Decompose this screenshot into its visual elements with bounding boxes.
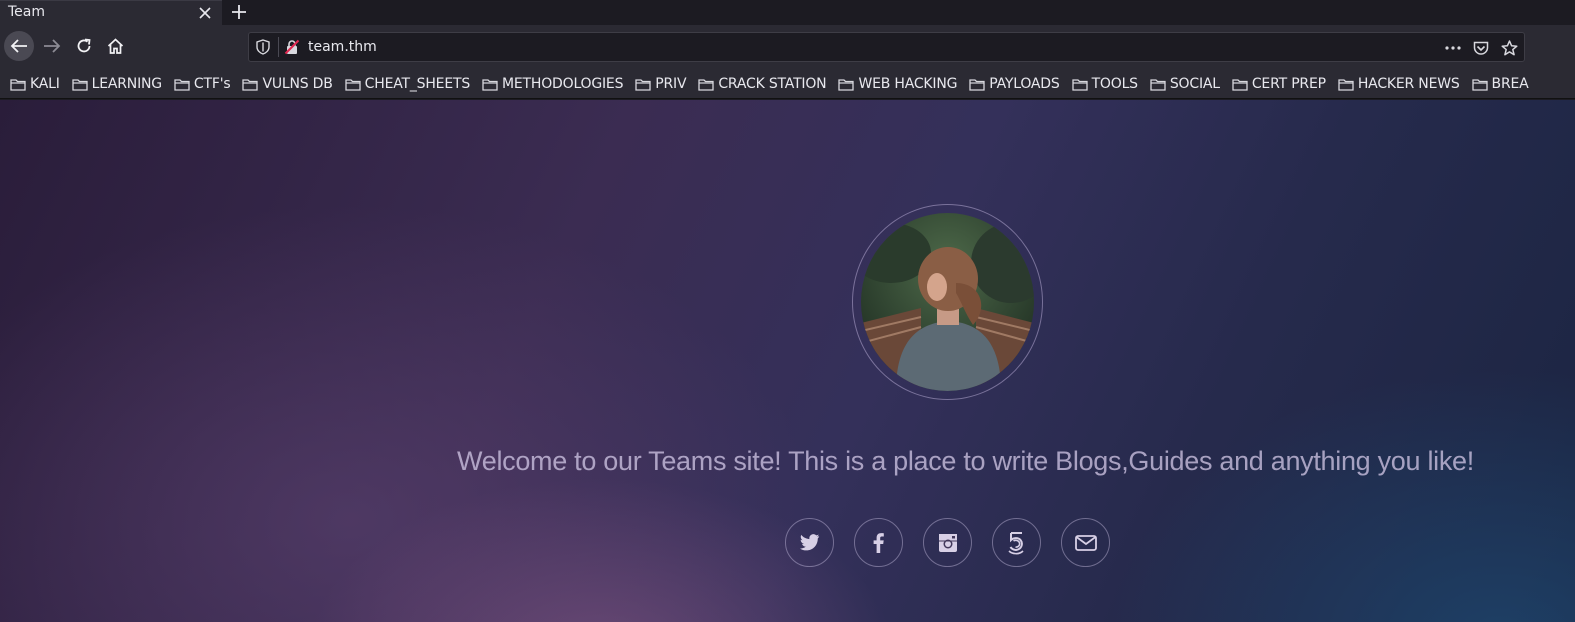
bookmark-folder[interactable]: WEB HACKING xyxy=(838,73,969,95)
tab-team[interactable]: Team xyxy=(0,0,222,25)
bookmark-label: PRIV xyxy=(655,76,687,92)
bookmark-label: CERT PREP xyxy=(1251,76,1326,92)
folder-icon xyxy=(345,78,361,91)
home-button[interactable] xyxy=(100,31,130,61)
welcome-text: Welcome to our Teams site! This is a pla… xyxy=(457,446,1474,476)
bookmark-folder[interactable]: HACKER NEWS xyxy=(1338,73,1472,95)
folder-icon xyxy=(635,78,651,91)
bookmark-label: HACKER NEWS xyxy=(1357,76,1460,92)
folder-icon xyxy=(242,78,259,91)
bookmark-label: TOOLS xyxy=(1091,76,1138,92)
bookmark-label: METHODOLOGIES xyxy=(502,76,624,92)
url-separator xyxy=(278,37,279,57)
folder-icon xyxy=(1338,78,1354,91)
tab-strip: Team xyxy=(0,0,1575,25)
bookmark-label: BREA xyxy=(1491,76,1529,92)
email-icon[interactable] xyxy=(1061,518,1110,567)
bookmark-folder[interactable]: VULNS DB xyxy=(242,73,344,95)
forward-button[interactable] xyxy=(37,31,67,61)
url-bar[interactable]: team.thm xyxy=(248,32,1525,62)
folder-icon xyxy=(1071,78,1088,91)
pocket-icon[interactable] xyxy=(1472,38,1490,58)
bookmark-folder[interactable]: CERT PREP xyxy=(1232,73,1338,95)
bookmarks-toolbar: KALI LEARNING CTF's VULNS DB CHEAT_SHEETS MET… xyxy=(0,69,1575,99)
avatar-ring xyxy=(852,204,1043,400)
reload-icon xyxy=(77,38,91,53)
home-icon xyxy=(107,38,123,54)
bookmark-folder[interactable]: METHODOLOGIES xyxy=(482,73,635,95)
bookmark-label: VULNS DB xyxy=(262,76,333,92)
bookmark-label: CHEAT_SHEETS xyxy=(364,76,471,92)
plus-icon[interactable] xyxy=(228,1,250,23)
bookmark-folder[interactable]: TOOLS xyxy=(1071,73,1150,95)
folder-icon xyxy=(71,78,88,91)
reload-button[interactable] xyxy=(69,31,99,61)
star-icon[interactable] xyxy=(1500,38,1518,58)
bookmark-folder[interactable]: KALI xyxy=(10,73,72,95)
bookmark-folder[interactable]: BREA xyxy=(1471,73,1541,95)
facebook-icon[interactable] xyxy=(854,518,903,567)
folder-icon xyxy=(969,78,985,91)
bookmark-folder[interactable]: CTF's xyxy=(174,73,243,95)
instagram-icon[interactable] xyxy=(923,518,972,567)
url-actions xyxy=(1444,37,1518,59)
folder-icon xyxy=(1232,78,1248,91)
avatar xyxy=(861,213,1034,391)
navigation-toolbar: team.thm xyxy=(0,25,1575,69)
social-links xyxy=(785,518,1110,567)
bookmark-folder[interactable]: SOCIAL xyxy=(1150,73,1232,95)
arrow-left-icon xyxy=(10,39,27,53)
tab-title: Team xyxy=(8,4,46,20)
close-icon[interactable] xyxy=(196,3,214,23)
page-content: Welcome to our Teams site! This is a pla… xyxy=(0,100,1575,622)
folder-icon xyxy=(174,78,190,91)
folder-icon xyxy=(1471,78,1488,91)
back-button[interactable] xyxy=(4,31,34,61)
bookmark-label: SOCIAL xyxy=(1169,76,1220,92)
bookmark-label: LEARNING xyxy=(91,76,162,92)
bookmark-folder[interactable]: CHEAT_SHEETS xyxy=(345,73,482,95)
bookmarks-list: KALI LEARNING CTF's VULNS DB CHEAT_SHEETS MET… xyxy=(10,73,1541,95)
bookmark-label: CTF's xyxy=(193,76,231,92)
shield-icon[interactable] xyxy=(256,39,272,55)
bookmark-label: PAYLOADS xyxy=(989,76,1060,92)
url-text[interactable]: team.thm xyxy=(308,39,377,55)
bookmark-label: KALI xyxy=(30,76,60,92)
bookmark-label: WEB HACKING xyxy=(858,76,958,92)
500px-icon[interactable] xyxy=(992,518,1041,567)
more-icon[interactable] xyxy=(1444,38,1462,58)
folder-icon xyxy=(698,78,715,91)
twitter-icon[interactable] xyxy=(785,518,834,567)
insecure-lock-icon[interactable] xyxy=(284,39,300,55)
folder-icon xyxy=(838,78,855,91)
bookmark-folder[interactable]: CRACK STATION xyxy=(698,73,838,95)
folder-icon xyxy=(1150,78,1166,91)
arrow-right-icon xyxy=(44,39,61,53)
folder-icon xyxy=(482,78,498,91)
folder-icon xyxy=(10,78,26,91)
bookmark-folder[interactable]: LEARNING xyxy=(71,73,174,95)
bookmark-folder[interactable]: PRIV xyxy=(635,73,698,95)
bookmark-label: CRACK STATION xyxy=(718,76,827,92)
bookmark-folder[interactable]: PAYLOADS xyxy=(969,73,1071,95)
